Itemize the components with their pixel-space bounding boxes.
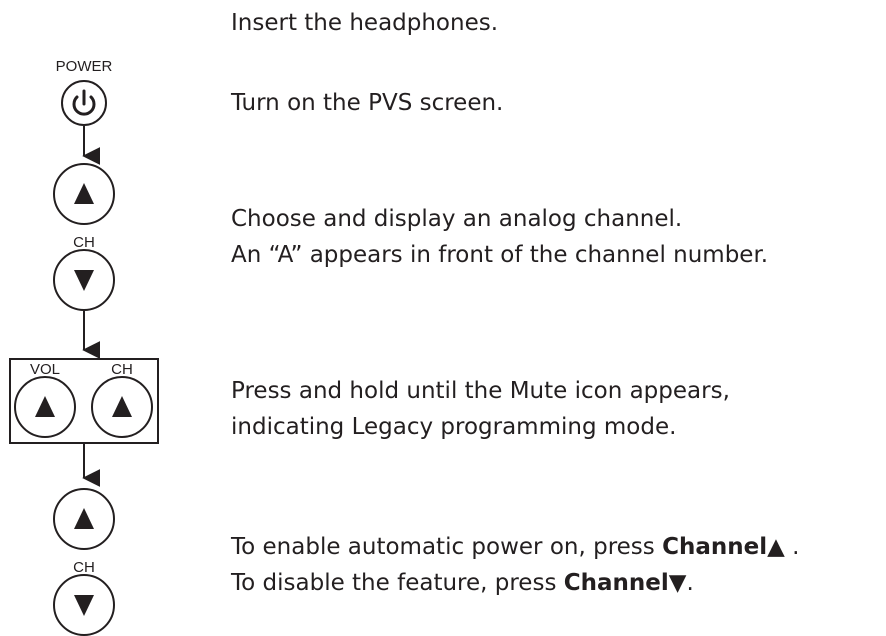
step-turn-on-screen: Turn on the PVS screen. (231, 85, 503, 121)
step-text: Insert the headphones. (231, 10, 499, 36)
step-text-prefix: To disable the feature, press (231, 570, 564, 596)
ch-label: CH (73, 559, 95, 576)
step-text: Press and hold until the Mute icon appea… (231, 378, 730, 404)
step-text-suffix: . (784, 534, 800, 560)
step-insert-headphones: Insert the headphones. (231, 5, 498, 41)
vol-label: VOL (30, 361, 60, 378)
step-text: To enable automatic power on, press Chan… (231, 529, 799, 565)
step-text: An “A” appears in front of the channel n… (231, 242, 769, 268)
channel-down-label: Channel▼ (563, 570, 687, 596)
channel-down-button[interactable] (53, 249, 115, 311)
power-button[interactable] (61, 80, 107, 126)
step-enable-disable: To enable automatic power on, press Chan… (231, 529, 799, 601)
step-text: Turn on the PVS screen. (231, 90, 504, 116)
power-label: POWER (56, 58, 113, 75)
ch-label: CH (73, 234, 95, 251)
step-text: To disable the feature, press Channel▼. (231, 565, 799, 601)
channel-up-button[interactable] (53, 163, 115, 225)
step-text: indicating Legacy programming mode. (231, 414, 677, 440)
ch-label: CH (111, 361, 133, 378)
step-press-and-hold: Press and hold until the Mute icon appea… (231, 373, 730, 445)
channel-down-button[interactable] (53, 574, 115, 636)
volume-up-button[interactable] (14, 376, 76, 438)
step-text-suffix: . (686, 570, 694, 596)
channel-up-button[interactable] (91, 376, 153, 438)
step-text: Choose and display an analog channel. (231, 206, 683, 232)
channel-up-label: Channel▲ (662, 534, 785, 560)
step-choose-channel: Choose and display an analog channel. An… (231, 201, 768, 273)
channel-up-button[interactable] (53, 488, 115, 550)
step-text-prefix: To enable automatic power on, press (231, 534, 663, 560)
